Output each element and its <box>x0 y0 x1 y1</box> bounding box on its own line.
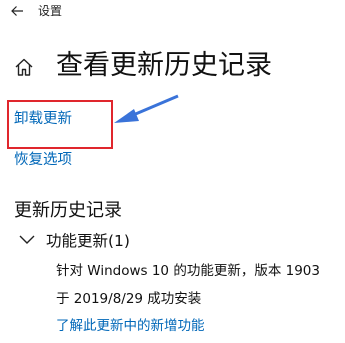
window-title: 设置 <box>38 4 63 18</box>
update-history-heading: 更新历史记录 <box>14 200 122 221</box>
back-arrow-icon <box>11 6 23 16</box>
home-icon <box>15 58 33 76</box>
back-button[interactable] <box>6 0 28 22</box>
feature-updates-group-header[interactable]: 功能更新(1) <box>18 228 130 252</box>
update-name: 针对 Windows 10 的功能更新，版本 1903 <box>56 263 320 279</box>
learn-new-features-link[interactable]: 了解此更新中的新增功能 <box>56 317 205 335</box>
chevron-down-icon <box>19 235 35 244</box>
feature-updates-group-label: 功能更新(1) <box>46 232 130 250</box>
title-bar: 设置 <box>0 0 345 24</box>
page-title: 查看更新历史记录 <box>56 50 272 81</box>
recovery-options-link[interactable]: 恢复选项 <box>14 151 72 169</box>
annotation-arrow <box>114 94 179 123</box>
update-install-status: 于 2019/8/29 成功安装 <box>56 291 202 307</box>
uninstall-updates-link[interactable]: 卸载更新 <box>14 110 72 128</box>
